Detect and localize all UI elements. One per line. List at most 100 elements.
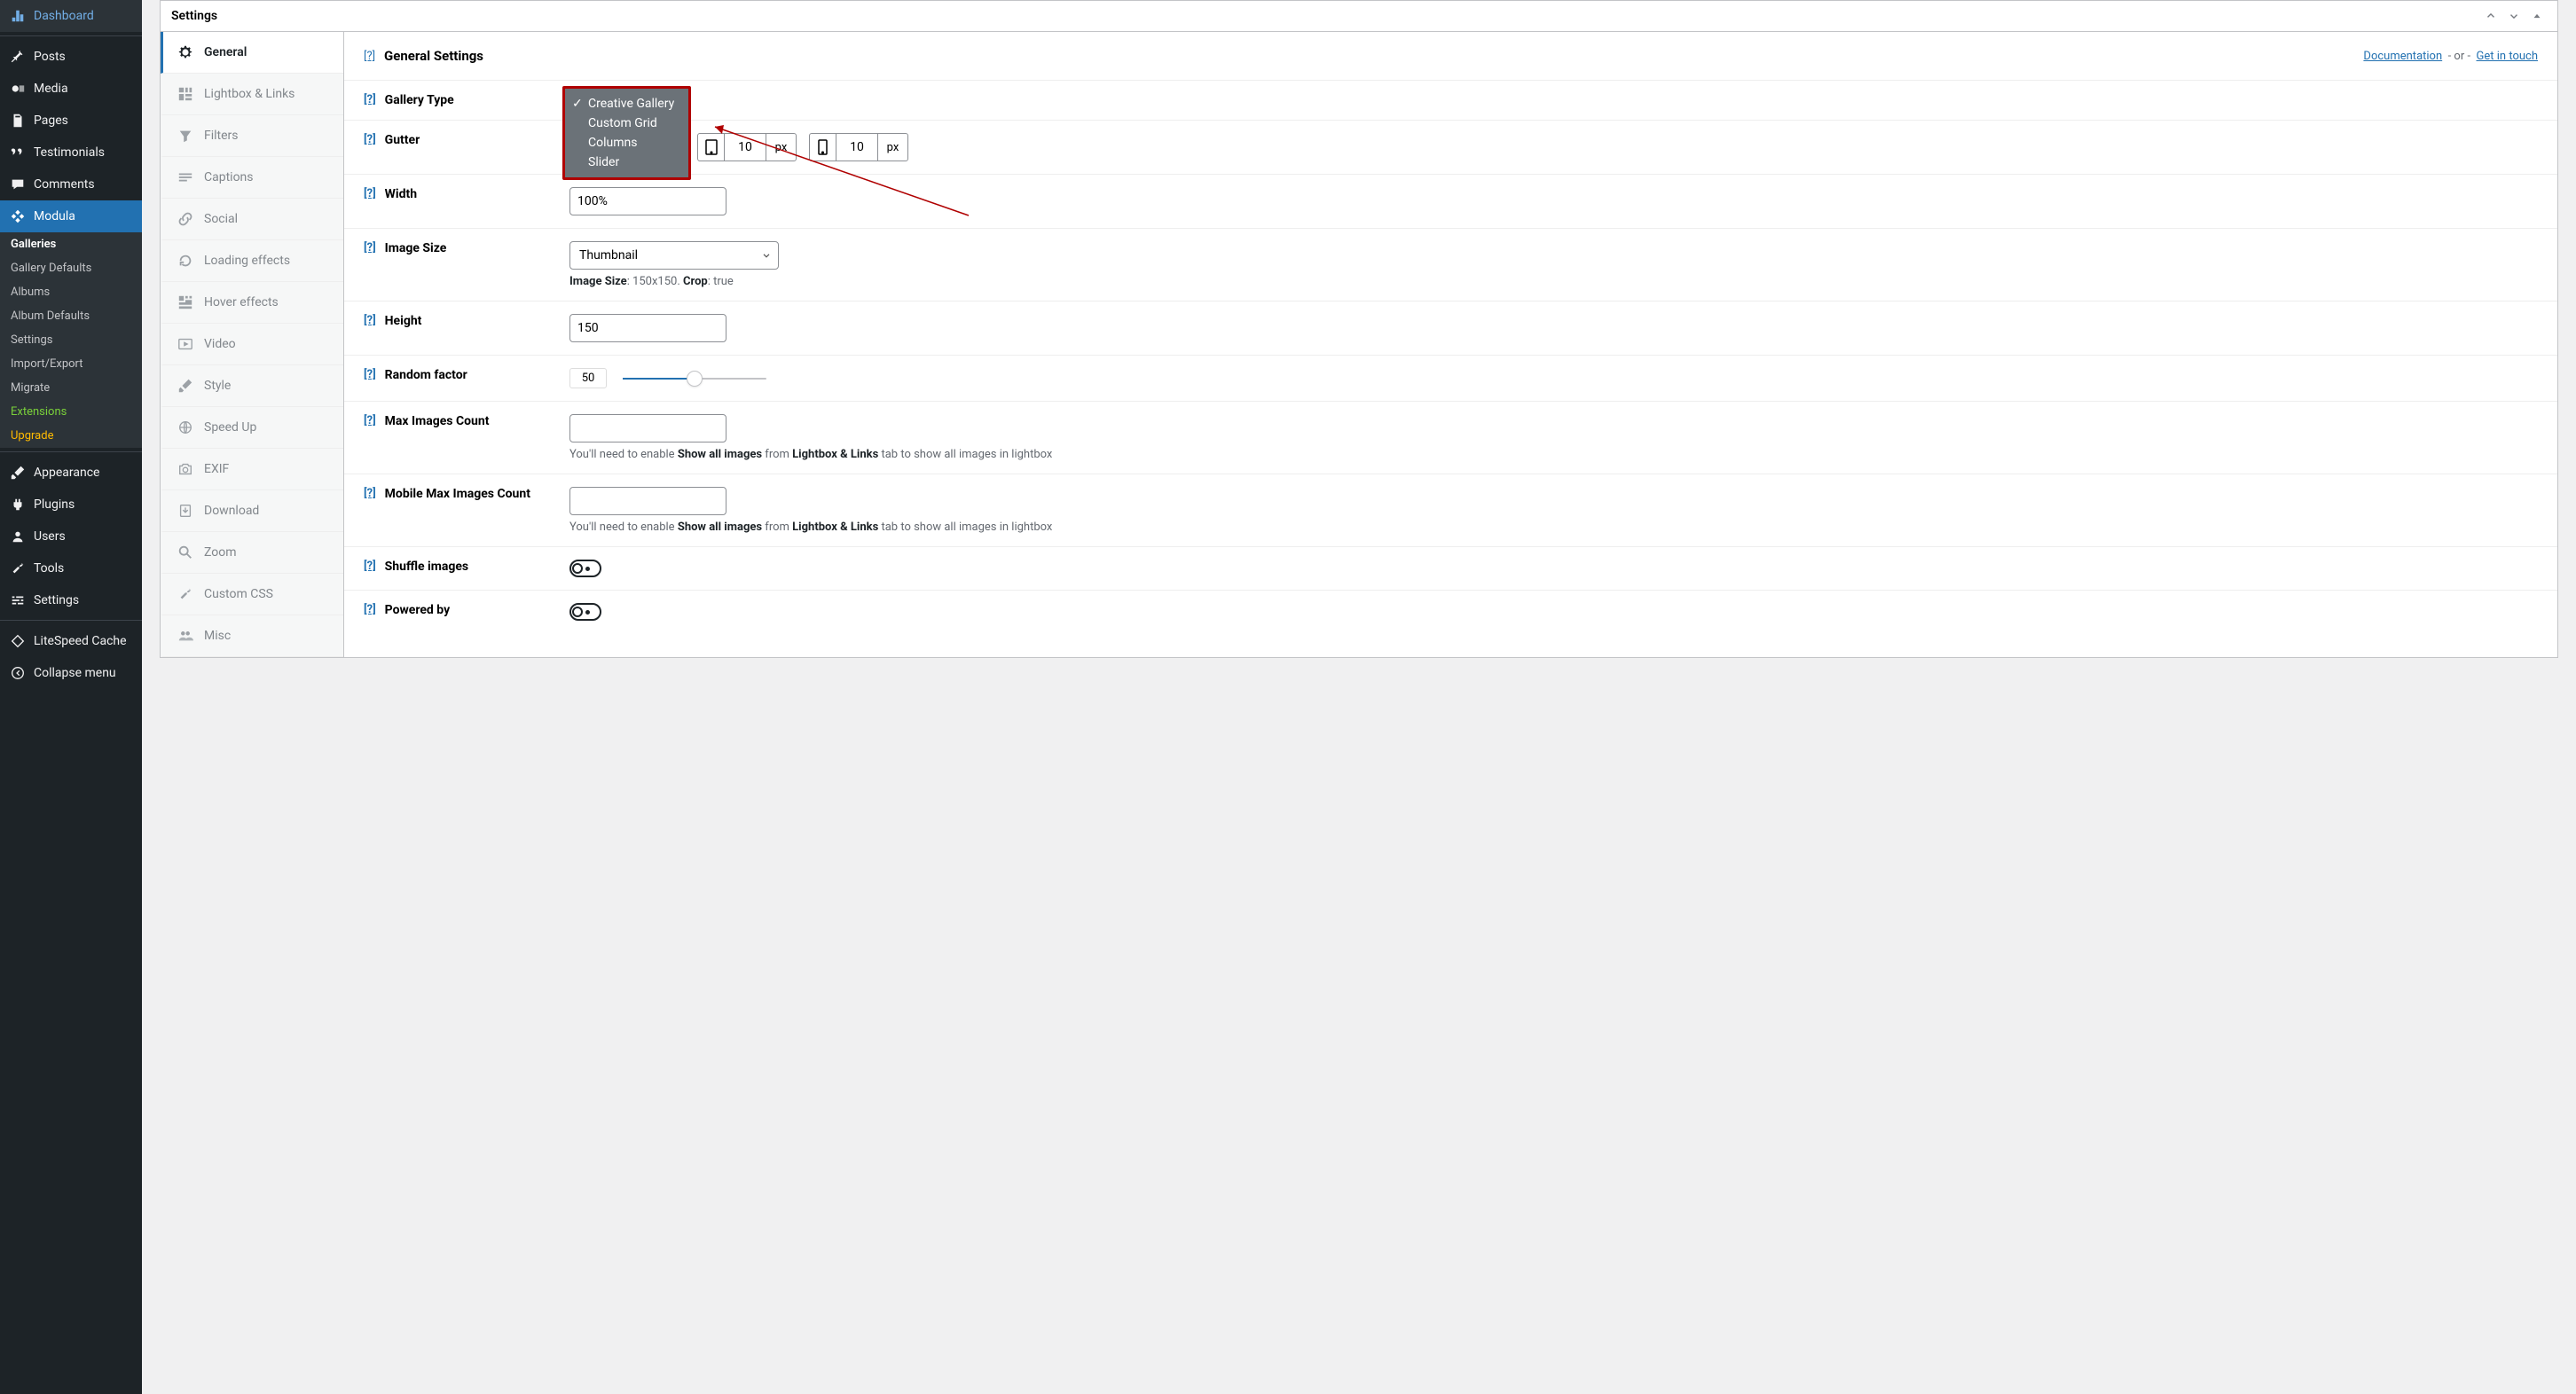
help-icon[interactable]: [?]	[364, 241, 376, 255]
shuffle-label: Shuffle images	[385, 560, 468, 574]
gallery-type-dropdown[interactable]: Creative GalleryCustom GridColumnsSlider	[562, 86, 691, 180]
toggle-panel-icon[interactable]	[2527, 8, 2547, 24]
tab-captions[interactable]: Captions	[161, 157, 343, 199]
help-icon[interactable]: [?]	[364, 368, 376, 381]
submenu-import-export[interactable]: Import/Export	[0, 352, 142, 376]
menu-collapse[interactable]: Collapse menu	[0, 657, 142, 689]
tab-lightbox-links[interactable]: Lightbox & Links	[161, 74, 343, 115]
tab-custom-css[interactable]: Custom CSS	[161, 574, 343, 615]
menu-users[interactable]: Users	[0, 521, 142, 552]
menu-collapse-label: Collapse menu	[34, 666, 116, 680]
move-up-icon[interactable]	[2481, 8, 2501, 24]
camera-icon	[177, 461, 193, 477]
menu-dashboard-label: Dashboard	[34, 9, 94, 23]
tab-speed-up[interactable]: Speed Up	[161, 407, 343, 449]
field-height: [?] Height	[344, 302, 2557, 356]
menu-appearance-label: Appearance	[34, 466, 99, 480]
dropdown-option-custom-grid[interactable]: Custom Grid	[565, 114, 688, 133]
help-icon[interactable]: [?]	[364, 133, 376, 146]
get-in-touch-link[interactable]: Get in touch	[2477, 50, 2538, 63]
submenu-gallery-defaults[interactable]: Gallery Defaults	[0, 256, 142, 280]
tab-social[interactable]: Social	[161, 199, 343, 240]
help-icon[interactable]: [?]	[364, 187, 376, 200]
submenu-galleries[interactable]: Galleries	[0, 232, 142, 256]
search-icon	[177, 544, 193, 560]
brush-icon	[177, 378, 193, 394]
menu-pages[interactable]: Pages	[0, 105, 142, 137]
tab-loading-effects[interactable]: Loading effects	[161, 240, 343, 282]
or-text: - or -	[2448, 50, 2470, 63]
tab-exif[interactable]: EXIF	[161, 449, 343, 490]
submenu-settings[interactable]: Settings	[0, 328, 142, 352]
documentation-link[interactable]: Documentation	[2363, 50, 2442, 63]
tab-style[interactable]: Style	[161, 365, 343, 407]
tab-zoom[interactable]: Zoom	[161, 532, 343, 574]
dropdown-option-columns[interactable]: Columns	[565, 133, 688, 153]
field-mobile-max-images: [?] Mobile Max Images Count You'll need …	[344, 474, 2557, 547]
submenu-album-defaults[interactable]: Album Defaults	[0, 304, 142, 328]
field-shuffle: [?] Shuffle images	[344, 547, 2557, 591]
help-icon[interactable]: [?]	[364, 314, 376, 327]
tab-label: Custom CSS	[204, 587, 273, 601]
max-images-desc: You'll need to enable Show all images fr…	[569, 448, 2538, 461]
menu-media[interactable]: Media	[0, 73, 142, 105]
help-icon[interactable]: [?]	[364, 50, 375, 63]
max-images-input[interactable]	[569, 414, 726, 442]
gutter-mobile-input[interactable]	[836, 134, 877, 161]
tab-video[interactable]: Video	[161, 324, 343, 365]
brush-icon	[9, 464, 27, 482]
menu-testimonials[interactable]: Testimonials	[0, 137, 142, 168]
shuffle-toggle[interactable]	[569, 560, 601, 577]
image-size-select[interactable]: Thumbnail	[569, 241, 779, 270]
tab-filters[interactable]: Filters	[161, 115, 343, 157]
powered-toggle[interactable]	[569, 603, 601, 621]
hgrid-icon	[177, 294, 193, 310]
menu-litespeed-label: LiteSpeed Cache	[34, 634, 127, 648]
submenu-extensions[interactable]: Extensions	[0, 400, 142, 424]
menu-comments[interactable]: Comments	[0, 168, 142, 200]
menu-litespeed[interactable]: LiteSpeed Cache	[0, 625, 142, 657]
help-icon[interactable]: [?]	[364, 93, 376, 106]
menu-posts[interactable]: Posts	[0, 41, 142, 73]
menu-media-label: Media	[34, 82, 68, 96]
help-icon[interactable]: [?]	[364, 560, 376, 573]
separator	[0, 448, 142, 452]
mobile-max-input[interactable]	[569, 487, 726, 515]
menu-settings[interactable]: Settings	[0, 584, 142, 616]
menu-tools[interactable]: Tools	[0, 552, 142, 584]
help-icon[interactable]: [?]	[364, 414, 376, 427]
menu-appearance[interactable]: Appearance	[0, 457, 142, 489]
tab-general[interactable]: General	[161, 32, 343, 74]
submenu-migrate[interactable]: Migrate	[0, 376, 142, 400]
menu-pages-label: Pages	[34, 114, 68, 128]
height-input[interactable]	[569, 314, 726, 342]
menu-plugins[interactable]: Plugins	[0, 489, 142, 521]
submenu-upgrade[interactable]: Upgrade	[0, 424, 142, 448]
image-size-desc: Image Size: 150x150. Crop: true	[569, 275, 2538, 288]
gutter-tablet-input[interactable]	[725, 134, 766, 161]
dropdown-option-slider[interactable]: Slider	[565, 153, 688, 172]
tab-download[interactable]: Download	[161, 490, 343, 532]
field-image-size: [?] Image Size Thumbnail Image Size: 150…	[344, 229, 2557, 302]
tab-misc[interactable]: Misc	[161, 615, 343, 657]
help-icon[interactable]: [?]	[364, 487, 376, 500]
modula-submenu: Galleries Gallery Defaults Albums Album …	[0, 232, 142, 448]
random-factor-slider[interactable]	[623, 378, 766, 380]
move-down-icon[interactable]	[2504, 8, 2524, 24]
width-input[interactable]	[569, 187, 726, 215]
modula-icon	[9, 208, 27, 225]
tab-label: Speed Up	[204, 420, 256, 435]
tab-label: Loading effects	[204, 254, 290, 268]
dashboard-icon	[9, 7, 27, 25]
collapse-icon	[9, 664, 27, 682]
separator	[0, 616, 142, 621]
menu-modula[interactable]: Modula	[0, 200, 142, 232]
sliders-icon	[9, 591, 27, 609]
submenu-albums[interactable]: Albums	[0, 280, 142, 304]
slider-thumb[interactable]	[687, 371, 703, 387]
tab-hover-effects[interactable]: Hover effects	[161, 282, 343, 324]
dropdown-option-creative-gallery[interactable]: Creative Gallery	[565, 94, 688, 114]
help-icon[interactable]: [?]	[364, 603, 376, 616]
menu-dashboard[interactable]: Dashboard	[0, 0, 142, 32]
tab-label: EXIF	[204, 462, 229, 476]
